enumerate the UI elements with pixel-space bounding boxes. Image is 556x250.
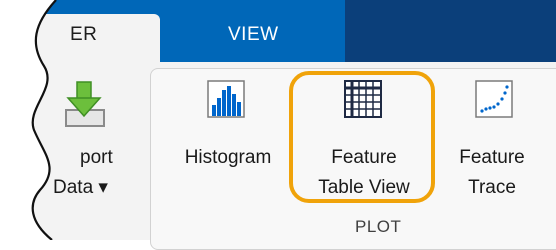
histogram-label: Histogram [184,147,272,168]
app-window: ER VIEW PLOT port Data ▾ Histogram Featu… [0,0,556,250]
highlight-callout [289,71,435,203]
histogram-icon [207,80,245,118]
tab-view[interactable]: VIEW [228,24,279,46]
scatter-trace-icon [475,80,513,118]
tab-strip-dark-area [345,0,556,62]
torn-edge [0,0,57,240]
feature-trace-label-line2: Trace [468,177,516,198]
import-data-label-line1: port [80,147,113,168]
tab-er-label: ER [70,24,98,45]
feature-trace-label-line1: Feature [459,147,525,168]
plot-group-label: PLOT [355,217,402,236]
